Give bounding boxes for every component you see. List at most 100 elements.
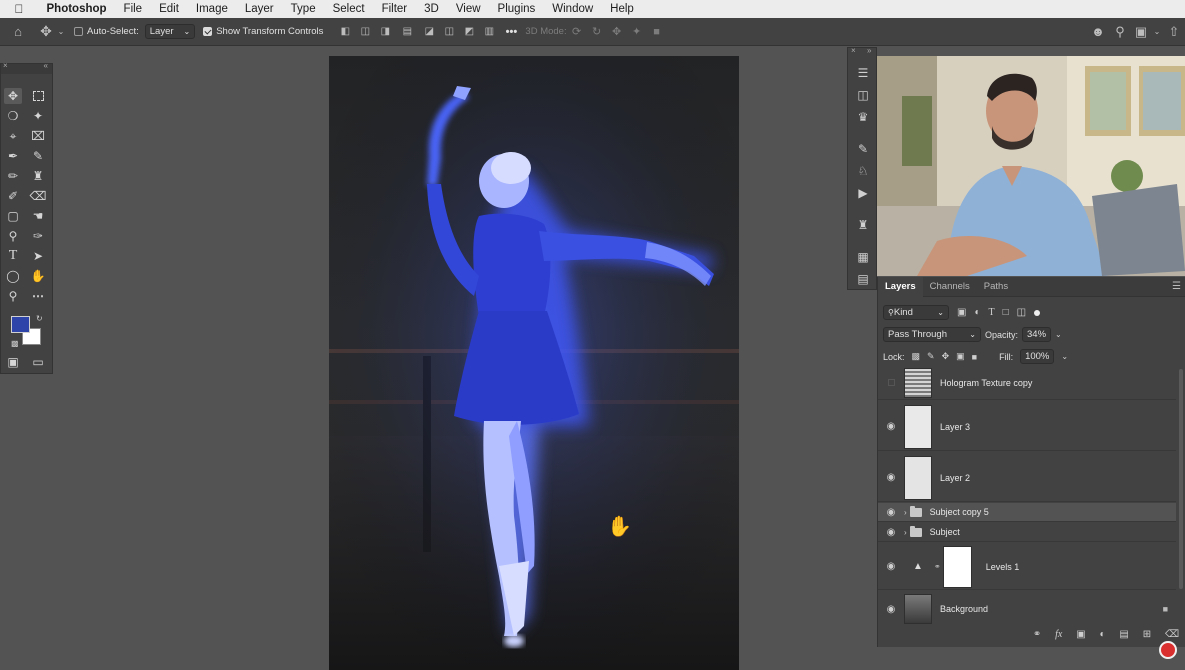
menu-image[interactable]: Image: [187, 0, 236, 18]
properties-panel-icon[interactable]: ☰: [854, 65, 872, 81]
tab-paths[interactable]: Paths: [977, 277, 1015, 297]
apple-menu-icon[interactable]: : [0, 2, 38, 16]
crop-tool-icon[interactable]: ⌖: [4, 128, 22, 144]
layer-name[interactable]: Background: [940, 604, 988, 614]
type-tool-icon[interactable]: T: [4, 248, 22, 264]
pen-tool-icon[interactable]: ✑: [29, 228, 47, 244]
menu-plugins[interactable]: Plugins: [489, 0, 544, 18]
filter-adjustment-icon[interactable]: ◐: [974, 307, 980, 318]
roll-3d-icon[interactable]: ↻: [587, 18, 607, 46]
fill-field[interactable]: 100%: [1020, 349, 1055, 364]
lock-all-icon[interactable]: ■: [972, 352, 977, 362]
visibility-off-icon[interactable]: [878, 378, 904, 389]
adjustments-panel-icon[interactable]: ◫: [854, 87, 872, 103]
menu-help[interactable]: Help: [602, 0, 643, 18]
layer-row[interactable]: ◉ Layer 3: [878, 403, 1176, 451]
menu-file[interactable]: File: [115, 0, 151, 18]
tab-channels[interactable]: Channels: [923, 277, 977, 297]
filter-toggle-icon[interactable]: [1034, 309, 1041, 316]
more-options-icon[interactable]: •••: [499, 18, 523, 46]
clone-stamp-tool-icon[interactable]: ♜: [29, 168, 47, 184]
dodge-tool-icon[interactable]: ⚲: [4, 228, 22, 244]
workspace-icon[interactable]: ▣: [1131, 18, 1151, 46]
close-icon[interactable]: ×: [851, 46, 856, 55]
layer-name[interactable]: Subject copy 5: [930, 507, 989, 517]
eyedropper-tool-icon[interactable]: ✒: [4, 148, 22, 164]
hand-tool-icon[interactable]: ✋: [29, 268, 47, 284]
show-transform-checkbox[interactable]: [203, 27, 213, 36]
eye-icon[interactable]: ◉: [878, 507, 904, 518]
layer-name[interactable]: Layer 2: [940, 473, 970, 483]
collapse-icon[interactable]: «: [44, 61, 48, 70]
filter-smart-object-icon[interactable]: ◫: [1017, 307, 1026, 318]
fill-slider-chevron-icon[interactable]: ⌄: [1061, 352, 1068, 361]
foreground-color-swatch[interactable]: [11, 316, 30, 333]
history-brush-tool-icon[interactable]: ✐: [4, 188, 22, 204]
tool-preset-chevron-icon[interactable]: ⌄: [56, 18, 66, 46]
notes-panel-icon[interactable]: ▤: [854, 271, 872, 287]
link-layers-icon[interactable]: ⚭: [1033, 629, 1041, 640]
lasso-tool-icon[interactable]: ❍: [4, 108, 22, 124]
layers-scrollbar[interactable]: [1179, 369, 1183, 589]
quick-mask-icon[interactable]: ▣: [4, 354, 22, 370]
camera-3d-icon[interactable]: ■: [647, 18, 667, 46]
zoom-tool-icon[interactable]: ⚲: [4, 288, 22, 304]
magic-wand-tool-icon[interactable]: ✦: [29, 108, 47, 124]
align-center-h-icon[interactable]: ◫: [355, 18, 375, 46]
menu-filter[interactable]: Filter: [373, 0, 416, 18]
menu-view[interactable]: View: [447, 0, 489, 18]
layer-row[interactable]: ◉ Layer 2: [878, 454, 1176, 502]
expand-group-chevron-icon[interactable]: ›: [904, 508, 907, 517]
lock-position-icon[interactable]: ✥: [942, 351, 950, 362]
share-user-icon[interactable]: ☻: [1087, 18, 1109, 46]
eraser-tool-icon[interactable]: ⌫: [29, 188, 47, 204]
search-icon[interactable]: ⚲: [1109, 18, 1131, 46]
auto-select-checkbox[interactable]: [74, 27, 83, 36]
path-selection-tool-icon[interactable]: ➤: [29, 248, 47, 264]
orbit-3d-icon[interactable]: ⟳: [567, 18, 587, 46]
filter-shape-icon[interactable]: □: [1003, 307, 1009, 318]
distribute-vertical-icon[interactable]: ▥: [479, 18, 499, 46]
layer-name[interactable]: Subject: [930, 527, 960, 537]
eye-icon[interactable]: ◉: [878, 604, 904, 615]
align-middle-v-icon[interactable]: ◫: [439, 18, 459, 46]
add-mask-icon[interactable]: ▣: [1076, 629, 1085, 640]
eye-icon[interactable]: ◉: [878, 561, 904, 572]
swap-colors-icon[interactable]: ↻: [36, 314, 43, 323]
move-tool-icon[interactable]: ✥: [4, 88, 22, 104]
libraries-panel-icon[interactable]: ♛: [854, 109, 872, 125]
layer-row[interactable]: ◉ Background ■: [878, 593, 1176, 625]
align-left-icon[interactable]: ◧: [335, 18, 355, 46]
document-canvas[interactable]: ✋: [329, 56, 739, 670]
actions-panel-icon[interactable]: ▶: [854, 185, 872, 201]
tab-layers[interactable]: Layers: [878, 276, 923, 297]
menu-layer[interactable]: Layer: [236, 0, 282, 18]
menu-window[interactable]: Window: [544, 0, 602, 18]
layer-name[interactable]: Hologram Texture copy: [940, 378, 1032, 388]
eye-icon[interactable]: ◉: [878, 527, 904, 538]
smudge-tool-icon[interactable]: ☚: [29, 208, 47, 224]
align-right-icon[interactable]: ◨: [375, 18, 395, 46]
new-group-icon[interactable]: ▤: [1119, 629, 1128, 640]
opacity-slider-chevron-icon[interactable]: ⌄: [1055, 330, 1062, 339]
history-panel-icon[interactable]: ▦: [854, 249, 872, 265]
new-layer-icon[interactable]: ⊞: [1143, 629, 1151, 640]
slide-3d-icon[interactable]: ✦: [627, 18, 647, 46]
ellipse-tool-icon[interactable]: ◯: [4, 268, 22, 284]
screen-mode-icon[interactable]: ▭: [29, 354, 47, 370]
brush-settings-panel-icon[interactable]: ✎: [854, 141, 872, 157]
move-tool-icon[interactable]: ✥: [36, 18, 56, 46]
auto-select-target-dropdown[interactable]: Layer ⌄: [144, 24, 196, 39]
frame-tool-icon[interactable]: ⌧: [29, 128, 47, 144]
fx-icon[interactable]: fx: [1055, 629, 1062, 640]
opacity-field[interactable]: 34%: [1022, 327, 1052, 342]
menu-3d[interactable]: 3D: [416, 0, 448, 18]
edit-toolbar-icon[interactable]: ⋯: [29, 288, 47, 304]
layer-row[interactable]: ◉ › Subject: [878, 523, 1176, 542]
distribute-icon[interactable]: ▤: [395, 18, 419, 46]
tools-panel-header[interactable]: × «: [1, 61, 52, 74]
home-icon[interactable]: ⌂: [0, 18, 36, 46]
filter-kind-dropdown[interactable]: ⚲Kind ⌄: [883, 305, 949, 320]
lock-image-icon[interactable]: ✎: [927, 351, 935, 362]
lock-transparent-icon[interactable]: ▩: [912, 351, 921, 362]
